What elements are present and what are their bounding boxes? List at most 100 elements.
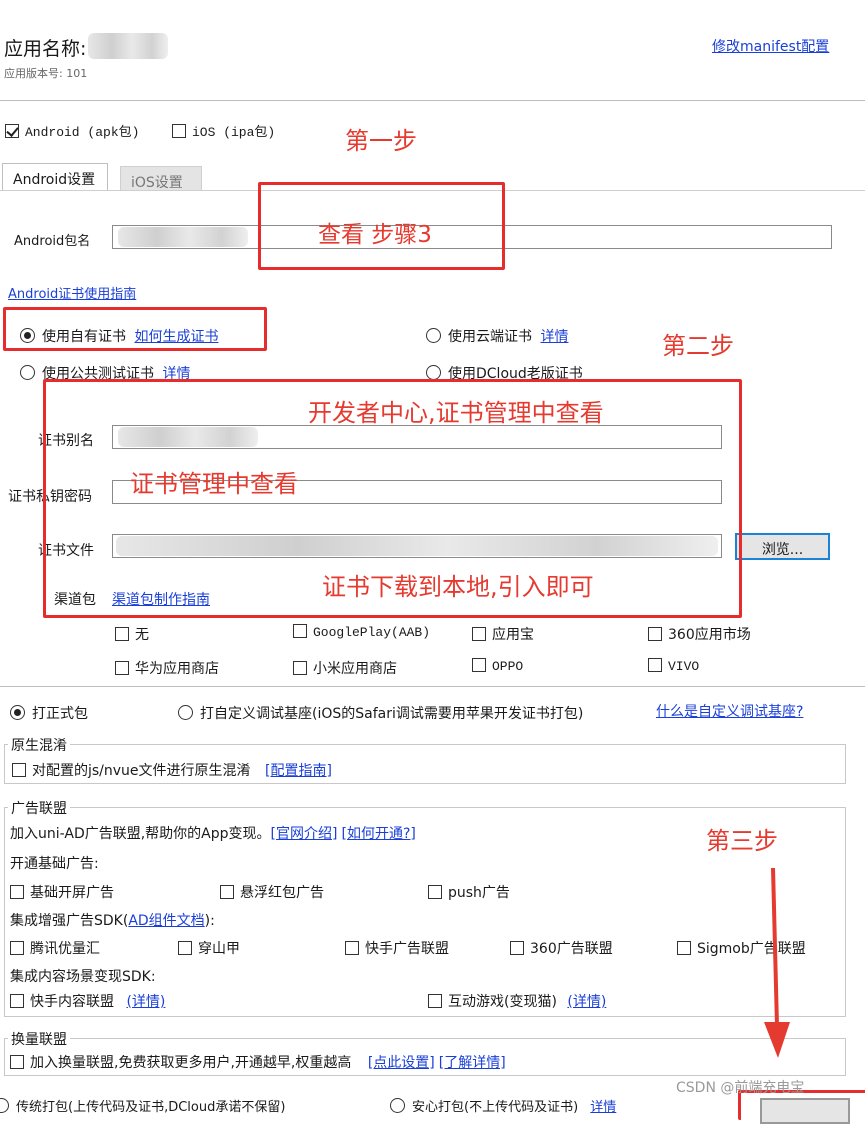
custom-build-label: 打自定义调试基座(iOS的Safari调试需要用苹果开发证书打包) [200, 706, 584, 722]
ad-interactive-game-checkbox[interactable]: 互动游戏(变现猫) (详情) [428, 991, 606, 1011]
ad-interactive-game-label: 互动游戏(变现猫) [448, 994, 557, 1010]
annotation-step2: 第二步 [662, 332, 734, 360]
annotation-download-local: 证书下载到本地,引入即可 [322, 573, 594, 601]
ads-official-link[interactable]: [官网介绍] [271, 826, 338, 842]
checkbox-icon [115, 627, 129, 641]
annotation-step3: 第三步 [706, 827, 778, 855]
exchange-setup-link[interactable]: [点此设置] [368, 1055, 435, 1071]
header-divider [0, 100, 865, 101]
ios-platform-checkbox[interactable]: iOS (ipa包) [172, 121, 275, 140]
app-name-blurred [88, 33, 168, 59]
checkbox-icon [220, 885, 234, 899]
ad-tencent-label: 腾讯优量汇 [30, 941, 100, 957]
radio-icon [426, 328, 441, 343]
ads-intro: 加入uni-AD广告联盟,帮助你的App变现。[官网介绍] [如何开通?] [10, 823, 416, 843]
checkbox-icon [472, 658, 486, 672]
channel-label-none: 无 [135, 627, 149, 643]
android-section-divider [0, 686, 865, 687]
exchange-detail-link[interactable]: [了解详情] [439, 1055, 506, 1071]
ad-splash-label: 基础开屏广告 [30, 885, 114, 901]
channel-vivo[interactable]: VIVO [648, 658, 699, 674]
cloud-cert-detail-link[interactable]: 详情 [540, 329, 568, 345]
checkbox-icon [510, 941, 524, 955]
checkbox-icon [345, 941, 359, 955]
radio-custom-build[interactable]: 打自定义调试基座(iOS的Safari调试需要用苹果开发证书打包) [178, 703, 583, 723]
tab-ios-settings[interactable]: iOS设置 [120, 166, 202, 191]
channel-label-yingyongbao: 应用宝 [492, 627, 534, 643]
formal-build-label: 打正式包 [32, 706, 88, 722]
channel-label-googleplay: GooglePlay(AAB) [313, 625, 431, 640]
annotation-view-step3: 查看 步骤3 [318, 222, 432, 248]
exchange-checkbox[interactable]: 加入换量联盟,免费获取更多用户,开通越早,权重越高 [点此设置] [了解详情] [10, 1052, 506, 1072]
ad-push-label: push广告 [448, 885, 510, 901]
checkbox-icon [293, 624, 307, 638]
safe-pack-label: 安心打包(不上传代码及证书) [412, 1100, 579, 1115]
channel-googleplay[interactable]: GooglePlay(AAB) [293, 624, 430, 640]
ads-content-title: 集成内容场景变现SDK: [10, 969, 156, 985]
obfuscation-checkbox[interactable]: 对配置的js/nvue文件进行原生混淆 [配置指南] [12, 760, 332, 780]
android-platform-label: Android (apk包) [25, 125, 140, 140]
ad-tencent-checkbox[interactable]: 腾讯优量汇 [10, 938, 100, 958]
ad-kuaishou-label: 快手广告联盟 [365, 941, 449, 957]
safe-pack-detail-link[interactable]: 详情 [590, 1100, 616, 1115]
ad-splash-checkbox[interactable]: 基础开屏广告 [10, 882, 114, 902]
obfuscation-guide-link[interactable]: [配置指南] [265, 763, 332, 779]
checkbox-icon [178, 941, 192, 955]
ad-push-checkbox[interactable]: push广告 [428, 882, 510, 902]
traditional-pack-label: 传统打包(上传代码及证书,DCloud承诺不保留) [16, 1100, 286, 1115]
annotation-box-own-cert [3, 307, 267, 351]
annotation-cert-mgmt: 证书管理中查看 [130, 470, 298, 498]
checkbox-icon [428, 994, 442, 1008]
channel-yingyongbao[interactable]: 应用宝 [472, 624, 534, 644]
ad-pangle-checkbox[interactable]: 穿山甲 [178, 938, 240, 958]
ad-kuaishou-content-checkbox[interactable]: 快手内容联盟 (详情) [10, 991, 165, 1011]
radio-formal-build[interactable]: 打正式包 [10, 703, 88, 723]
ad-pangle-label: 穿山甲 [198, 941, 240, 957]
android-package-label: Android包名 [14, 234, 91, 249]
channel-label-vivo: VIVO [668, 659, 700, 674]
channel-oppo[interactable]: OPPO [472, 658, 523, 674]
ad-360-label: 360广告联盟 [530, 941, 613, 957]
ad-component-doc-link[interactable]: AD组件文档 [128, 913, 204, 929]
ios-platform-label: iOS (ipa包) [192, 125, 276, 140]
channel-none[interactable]: 无 [115, 624, 149, 644]
android-platform-checkbox[interactable]: Android (apk包) [5, 121, 139, 140]
checkbox-icon [648, 627, 662, 641]
checkbox-icon [12, 763, 26, 777]
obfuscation-title: 原生混淆 [8, 735, 70, 755]
radio-cloud-cert[interactable]: 使用云端证书 详情 [426, 326, 568, 346]
ad-redpacket-checkbox[interactable]: 悬浮红包广告 [220, 882, 324, 902]
custom-base-link[interactable]: 什么是自定义调试基座? [656, 701, 803, 721]
checkbox-icon [5, 124, 19, 138]
ads-basic-title: 开通基础广告: [10, 856, 99, 872]
ad-kuaishou-checkbox[interactable]: 快手广告联盟 [345, 938, 449, 958]
radio-icon [10, 705, 25, 720]
checkbox-icon [677, 941, 691, 955]
browse-button[interactable]: 浏览... [735, 533, 830, 560]
channel-label-xiaomi: 小米应用商店 [313, 661, 397, 677]
checkbox-icon [10, 885, 24, 899]
edit-manifest-link[interactable]: 修改manifest配置 [712, 36, 829, 56]
radio-icon [178, 705, 193, 720]
android-cert-guide-link[interactable]: Android证书使用指南 [8, 283, 136, 302]
package-value-blurred [118, 227, 248, 247]
ad-360-checkbox[interactable]: 360广告联盟 [510, 938, 613, 958]
checkbox-icon [10, 941, 24, 955]
kuaishou-content-detail-link[interactable]: (详情) [126, 994, 165, 1010]
annotation-dev-center: 开发者中心,证书管理中查看 [308, 399, 604, 427]
enhanced-title-suffix: ): [204, 913, 215, 929]
checkbox-icon [10, 1055, 24, 1069]
ads-title: 广告联盟 [8, 798, 70, 818]
checkbox-icon [428, 885, 442, 899]
channel-360[interactable]: 360应用市场 [648, 624, 751, 644]
ads-intro-text: 加入uni-AD广告联盟,帮助你的App变现。 [10, 826, 271, 842]
tab-android-settings[interactable]: Android设置 [2, 163, 108, 191]
exchange-option-label: 加入换量联盟,免费获取更多用户,开通越早,权重越高 [30, 1055, 352, 1071]
channel-huawei[interactable]: 华为应用商店 [115, 658, 219, 678]
checkbox-icon [10, 994, 24, 1008]
checkbox-icon [115, 661, 129, 675]
channel-xiaomi[interactable]: 小米应用商店 [293, 658, 397, 678]
interactive-game-detail-link[interactable]: (详情) [567, 994, 606, 1010]
ads-how-link[interactable]: [如何开通?] [341, 826, 415, 842]
obfuscation-option-label: 对配置的js/nvue文件进行原生混淆 [32, 763, 251, 779]
